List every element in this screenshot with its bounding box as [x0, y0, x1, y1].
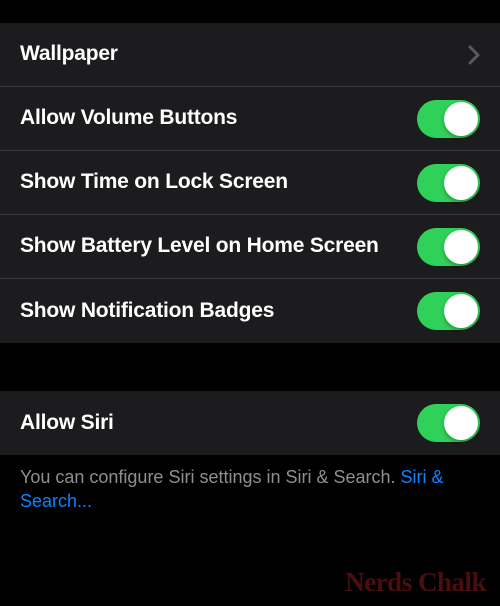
show-battery-home-row: Show Battery Level on Home Screen: [0, 215, 500, 279]
watermark-text: Nerds Chalk: [345, 567, 486, 598]
wallpaper-row[interactable]: Wallpaper: [0, 23, 500, 87]
allow-siri-toggle[interactable]: [417, 404, 480, 442]
show-time-lock-screen-label: Show Time on Lock Screen: [20, 155, 417, 209]
toggle-knob-icon: [444, 406, 478, 440]
show-notification-badges-label: Show Notification Badges: [20, 284, 417, 338]
show-notification-badges-row: Show Notification Badges: [0, 279, 500, 343]
allow-siri-row: Allow Siri: [0, 391, 500, 455]
allow-volume-buttons-label: Allow Volume Buttons: [20, 91, 417, 145]
allow-volume-buttons-row: Allow Volume Buttons: [0, 87, 500, 151]
siri-footer-text: You can configure Siri settings in Siri …: [0, 455, 500, 528]
allow-siri-label: Allow Siri: [20, 396, 417, 450]
chevron-right-icon: [468, 45, 480, 65]
wallpaper-label: Wallpaper: [20, 27, 468, 81]
toggle-knob-icon: [444, 230, 478, 264]
settings-section-1: Wallpaper Allow Volume Buttons Show Time…: [0, 23, 500, 343]
allow-volume-buttons-toggle[interactable]: [417, 100, 480, 138]
toggle-knob-icon: [444, 102, 478, 136]
show-battery-home-toggle[interactable]: [417, 228, 480, 266]
show-battery-home-label: Show Battery Level on Home Screen: [20, 219, 417, 273]
show-time-lock-screen-toggle[interactable]: [417, 164, 480, 202]
toggle-knob-icon: [444, 294, 478, 328]
toggle-knob-icon: [444, 166, 478, 200]
show-notification-badges-toggle[interactable]: [417, 292, 480, 330]
siri-footer-description: You can configure Siri settings in Siri …: [20, 467, 401, 487]
settings-section-2: Allow Siri: [0, 391, 500, 455]
show-time-lock-screen-row: Show Time on Lock Screen: [0, 151, 500, 215]
